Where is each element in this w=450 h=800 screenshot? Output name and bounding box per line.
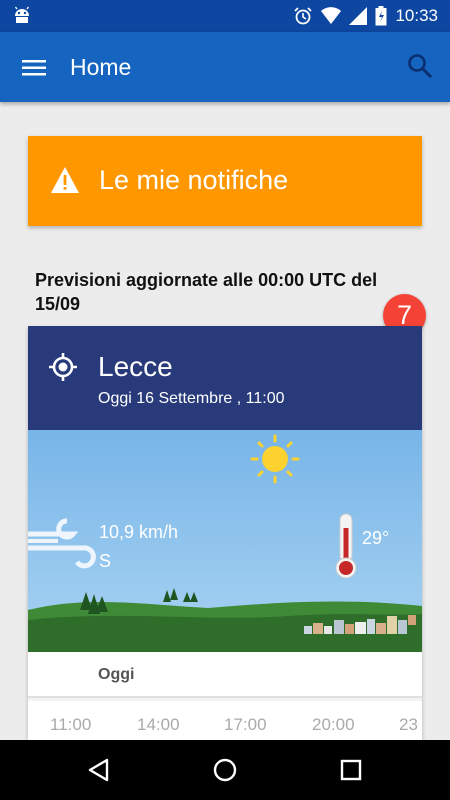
hour-label[interactable]: 23 [399, 715, 418, 735]
search-icon[interactable] [406, 52, 434, 80]
menu-icon[interactable] [20, 54, 48, 82]
back-icon[interactable] [86, 757, 112, 783]
my-location-icon[interactable] [48, 352, 78, 382]
home-icon[interactable] [212, 757, 238, 783]
app-bar: Home [0, 32, 450, 102]
weather-card-header: Lecce Oggi 16 Settembre , 11:00 [28, 326, 422, 430]
hour-label[interactable]: 17:00 [224, 715, 267, 735]
navigation-bar [0, 740, 450, 800]
hourly-strip[interactable]: 11:00 14:00 17:00 20:00 23 [28, 698, 422, 740]
tab-today[interactable]: Oggi [28, 652, 422, 698]
temperature: 29° [362, 528, 390, 548]
city-name: Lecce [98, 351, 173, 382]
hour-label[interactable]: 20:00 [312, 715, 355, 735]
clock: 10:33 [395, 6, 438, 25]
signal-icon [349, 7, 368, 25]
android-icon [14, 6, 30, 23]
weather-card[interactable]: Lecce Oggi 16 Settembre , 11:00 10,9 km/… [28, 326, 422, 740]
recents-icon[interactable] [338, 757, 364, 783]
hour-label[interactable]: 14:00 [137, 715, 180, 735]
notifications-card[interactable]: Le mie notifiche 7 [28, 136, 426, 337]
notifications-label: Le mie notifiche [99, 165, 289, 195]
battery-icon [375, 6, 387, 26]
forecast-update-text: Previsioni aggiornate alle 00:00 UTC del… [35, 270, 378, 314]
status-bar: 10:33 [0, 0, 450, 32]
weather-scene: 10,9 km/h S 29° [28, 430, 422, 652]
wind-direction: S [99, 551, 112, 571]
wifi-icon [321, 7, 342, 24]
alarm-icon [294, 7, 313, 25]
page-title: Home [70, 54, 132, 80]
wind-speed: 10,9 km/h [99, 522, 179, 542]
warning-icon [51, 167, 79, 193]
forecast-date: Oggi 16 Settembre , 11:00 [98, 390, 285, 407]
tab-today-label: Oggi [98, 666, 135, 683]
hour-label[interactable]: 11:00 [50, 715, 91, 735]
